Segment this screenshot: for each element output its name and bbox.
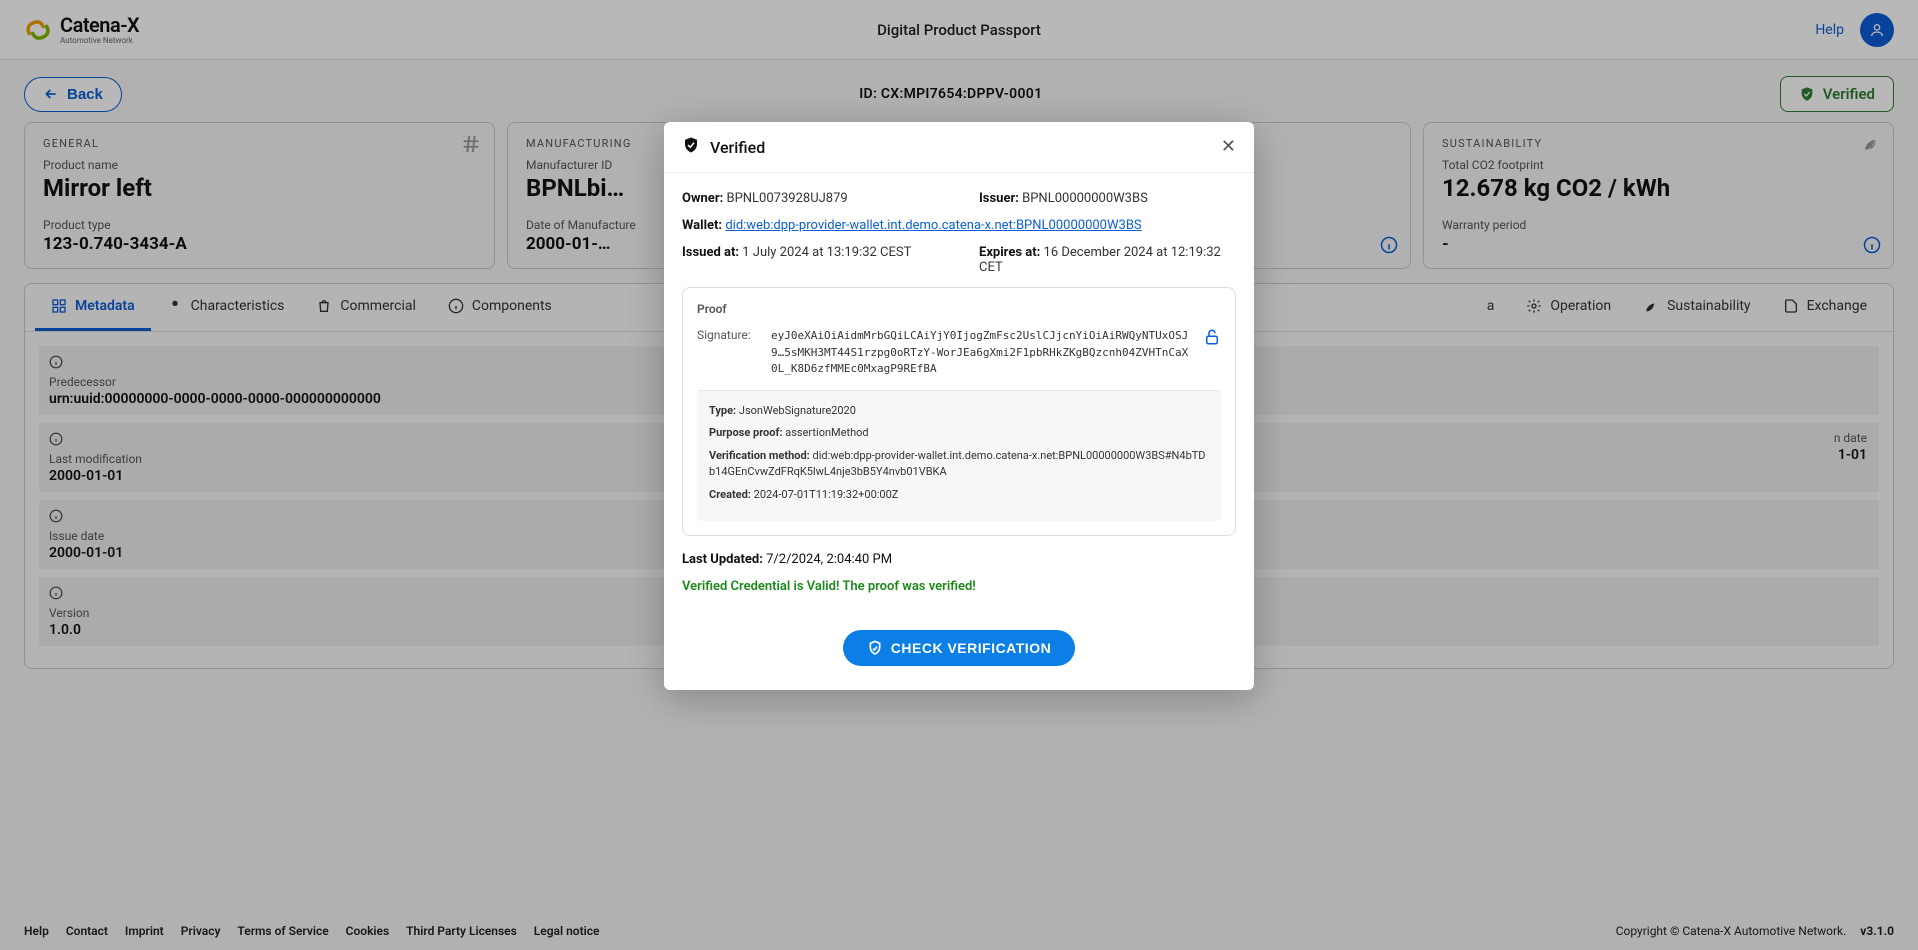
wallet-link[interactable]: did:web:dpp-provider-wallet.int.demo.cat…	[725, 218, 1141, 233]
proof-details: Type: JsonWebSignature2020 Purpose proof…	[697, 390, 1221, 522]
close-button[interactable]: ✕	[1221, 138, 1236, 156]
signature-value: eyJ0eXAiOiAidmMrbGQiLCAiYjY0IjogZmFsc2Us…	[771, 328, 1189, 378]
verification-modal: Verified ✕ Owner: BPNL0073928UJ879 Issue…	[664, 122, 1254, 690]
lock-icon[interactable]	[1203, 328, 1221, 350]
validation-message: Verified Credential is Valid! The proof …	[682, 579, 1236, 594]
modal-body: Owner: BPNL0073928UJ879 Issuer: BPNL0000…	[664, 173, 1254, 690]
modal-title: Verified	[710, 138, 765, 157]
check-verification-button[interactable]: CHECK VERIFICATION	[843, 630, 1075, 666]
modal-overlay[interactable]: Verified ✕ Owner: BPNL0073928UJ879 Issue…	[0, 0, 1918, 950]
last-updated: 7/2/2024, 2:04:40 PM	[766, 552, 892, 567]
owner-value: BPNL0073928UJ879	[726, 191, 847, 206]
refresh-shield-icon	[867, 640, 883, 656]
issuer-value: BPNL00000000W3BS	[1022, 191, 1148, 206]
proof-heading: Proof	[697, 302, 1221, 316]
proof-box: Proof Signature: eyJ0eXAiOiAidmMrbGQiLCA…	[682, 287, 1236, 536]
modal-header: Verified ✕	[664, 122, 1254, 173]
issued-at: 1 July 2024 at 13:19:32 CEST	[742, 245, 911, 260]
shield-check-icon	[682, 136, 700, 158]
